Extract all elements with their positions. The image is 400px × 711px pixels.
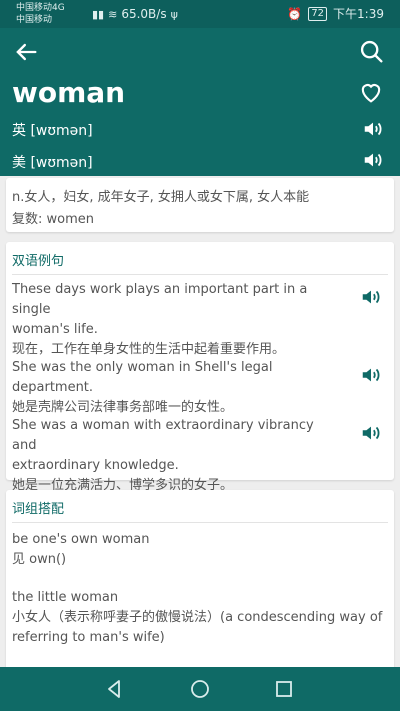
network-speed: 65.0B/s [121,7,167,21]
phrase-zh: 小女人（表示称呼妻子的傲慢说法）(a condescending way of [12,610,383,625]
headword: woman [12,76,126,109]
us-pronunciation: 美 [wʊmən] [12,155,93,171]
battery-indicator: 72 [308,6,328,21]
heart-icon[interactable] [356,78,386,106]
right-status: ⏰ 72 下午1:39 [287,5,384,22]
speaker-icon[interactable] [362,118,384,140]
network-info: ▮▮ ≋ 65.0B/s ψ [92,7,178,21]
carrier-2: 中国移动 [16,15,53,25]
speaker-icon[interactable] [360,422,382,444]
phrases-card: 词组搭配 be one's own woman 见 own() the litt… [6,490,394,680]
home-circle-icon[interactable] [188,677,212,701]
phrase-item: the little woman 小女人（表示称呼妻子的傲慢说法）(a cond… [12,588,388,648]
carrier-info: 中国移动4G 中国移动 [16,2,65,26]
navigation-bar [0,667,400,711]
example-zh: 她是壳牌公司法律事务部唯一的女性。 [12,400,234,415]
example-en: These days work plays an important part … [12,282,308,317]
search-icon[interactable] [358,38,386,66]
phrases-title: 词组搭配 [12,502,65,517]
divider [12,274,388,275]
plural-form: 复数: women [12,212,94,227]
speaker-icon[interactable] [362,149,384,171]
definition-text: n.女人，妇女, 成年女子, 女拥人或女下属, 女人本能 [12,190,310,205]
usb-icon: ψ [170,7,178,21]
example-item: These days work plays an important part … [12,280,342,360]
recents-square-icon[interactable] [272,677,296,701]
wifi-icon: ≋ [108,7,118,21]
example-en: She was the only woman in Shell's legal … [12,360,273,395]
word-header: woman 英 [wʊmən] 美 [wʊmən] [0,28,400,176]
examples-card: 双语例句 These days work plays an important … [6,242,394,493]
definition-card: n.女人，妇女, 成年女子, 女拥人或女下属, 女人本能 复数: women [6,178,394,232]
divider [12,522,388,523]
speaker-icon[interactable] [360,364,382,386]
phrase-en: be one's own woman [12,532,150,547]
example-en: woman's life. [12,322,98,337]
back-arrow-icon[interactable] [12,38,40,66]
phrase-zh: 见 own() [12,552,67,567]
example-item: She was the only woman in Shell's legal … [12,358,342,418]
example-en: extraordinary knowledge. [12,458,179,473]
status-bar: 中国移动4G 中国移动 ▮▮ ≋ 65.0B/s ψ ⏰ 72 下午1:39 [0,0,400,28]
phrase-item: be one's own woman 见 own() [12,530,388,570]
example-en: She was a woman with extraordinary vibra… [12,418,314,453]
signal-icon: ▮▮ [92,7,105,21]
uk-pronunciation: 英 [wʊmən] [12,123,93,139]
carrier-1: 中国移动4G [16,3,65,13]
phrase-en: the little woman [12,590,119,605]
alarm-icon: ⏰ [287,6,303,21]
speaker-icon[interactable] [360,286,382,308]
phrase-zh: referring to man's wife) [12,630,165,645]
clock: 下午1:39 [333,7,384,21]
example-item: She was a woman with extraordinary vibra… [12,416,342,496]
examples-title: 双语例句 [12,254,65,269]
example-zh: 现在，工作在单身女性的生活中起着重要作用。 [12,342,286,357]
back-triangle-icon[interactable] [102,677,126,701]
